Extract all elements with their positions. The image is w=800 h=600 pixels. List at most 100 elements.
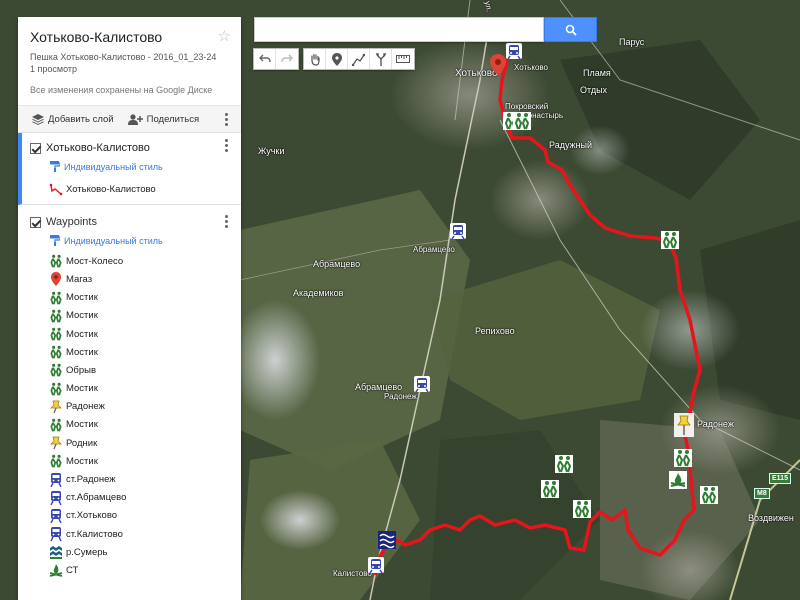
search-icon — [565, 24, 577, 36]
hikers-icon — [49, 454, 63, 468]
layer-menu-icon[interactable] — [225, 139, 229, 152]
search-input[interactable] — [255, 18, 543, 41]
item-label: Мостик — [66, 310, 98, 322]
map-label-pokrovsky: Покровский — [505, 102, 549, 111]
hikers-icon — [49, 382, 63, 396]
water-icon — [49, 545, 63, 560]
more-options-icon[interactable] — [225, 112, 229, 126]
save-status: Все изменения сохранены на Google Диске — [30, 85, 213, 95]
layer-waypoints: Waypoints Индивидуальный стиль Мост-Коле… — [18, 205, 241, 579]
add-layer-label: Добавить слой — [48, 113, 114, 125]
list-item[interactable]: Мостик — [18, 289, 241, 307]
list-item[interactable]: СТ — [18, 561, 241, 579]
list-item[interactable]: ст.Хотьково — [18, 507, 241, 525]
add-marker-button[interactable] — [326, 49, 348, 69]
train-icon — [49, 472, 63, 487]
item-label: Магаз — [66, 273, 93, 285]
hikers-icon — [49, 291, 63, 305]
panel-actions: Добавить слой Поделиться — [18, 106, 241, 133]
add-layer-button[interactable]: Добавить слой — [32, 113, 114, 125]
line-icon — [352, 53, 365, 66]
map-label-plamya: Пламя — [583, 68, 611, 78]
marker-icon — [331, 52, 342, 66]
map-label-abramtsevo: Абрамцево — [313, 259, 361, 269]
layer-name[interactable]: Waypoints — [46, 216, 97, 228]
route-icon — [375, 52, 386, 66]
search-button[interactable] — [544, 17, 597, 42]
item-label: Мостик — [66, 383, 98, 395]
red-pin-icon[interactable] — [490, 54, 506, 76]
list-item[interactable]: Хотьково-Калистово — [22, 180, 241, 198]
map-description[interactable]: Пешка Хотьково-Калистово - 2016_01_23-24 — [30, 52, 229, 62]
water-icon[interactable] — [378, 531, 396, 549]
hikers-icon — [49, 309, 63, 323]
list-item[interactable]: Мостик — [18, 380, 241, 398]
draw-line-button[interactable] — [348, 49, 370, 69]
list-item[interactable]: Мостик — [18, 452, 241, 470]
train-icon[interactable] — [367, 556, 385, 574]
redo-button[interactable] — [276, 49, 298, 69]
pushpin-icon[interactable] — [674, 413, 694, 437]
campfire-icon[interactable] — [669, 471, 687, 489]
list-item[interactable]: р.Сумерь — [18, 543, 241, 561]
map-title[interactable]: Хотьково-Калистово — [30, 29, 229, 45]
item-label: Хотьково-Калистово — [66, 183, 156, 195]
list-item[interactable]: Мостик — [18, 343, 241, 361]
map-label-vozdvizhen: Воздвижен — [748, 513, 794, 523]
hikers-icon[interactable] — [573, 500, 591, 518]
hikers-icon[interactable] — [661, 231, 679, 249]
map-label-repihovo: Репихово — [475, 326, 515, 336]
list-item[interactable]: Мостик — [18, 307, 241, 325]
measure-button[interactable] — [392, 49, 414, 69]
search-box[interactable] — [254, 17, 544, 42]
train-icon[interactable] — [449, 222, 467, 240]
map-label-hotkovo-station: Хотьково — [514, 63, 548, 72]
hikers-icon[interactable] — [541, 480, 559, 498]
hikers-icon — [49, 327, 63, 341]
item-label: Обрыв — [66, 364, 96, 376]
list-item[interactable]: ст.Радонеж — [18, 470, 241, 488]
hand-icon — [310, 53, 320, 66]
list-item[interactable]: Радонеж — [18, 398, 241, 416]
layer-style-link[interactable]: Индивидуальный стиль — [22, 159, 241, 174]
list-item[interactable]: Магаз — [18, 270, 241, 288]
list-item[interactable]: Мостик — [18, 416, 241, 434]
undo-button[interactable] — [254, 49, 276, 69]
hikers-icon[interactable] — [674, 449, 692, 467]
layer-checkbox[interactable] — [30, 142, 41, 154]
layer-menu-icon[interactable] — [225, 215, 229, 229]
list-item[interactable]: ст.Калистово — [18, 525, 241, 543]
hikers-icon[interactable] — [513, 112, 531, 130]
list-item[interactable]: Мостик — [18, 325, 241, 343]
train-icon[interactable] — [505, 42, 523, 60]
hikers-icon — [49, 418, 63, 432]
layer-checkbox[interactable] — [30, 216, 41, 228]
hikers-icon[interactable] — [555, 455, 573, 473]
star-icon[interactable]: ☆ — [218, 29, 231, 44]
list-item[interactable]: Мост-Колесо — [18, 252, 241, 270]
layer-header[interactable]: Хотьково-Калистово — [22, 137, 241, 159]
layer-style-link[interactable]: Индивидуальный стиль — [18, 233, 241, 248]
list-item[interactable]: ст.Абрамцево — [18, 489, 241, 507]
campfire-icon — [49, 563, 63, 578]
list-item[interactable]: Родник — [18, 434, 241, 452]
pan-tool-button[interactable] — [304, 49, 326, 69]
item-label: Радонеж — [66, 401, 105, 413]
share-button[interactable]: Поделиться — [127, 114, 199, 125]
list-item[interactable]: Обрыв — [18, 361, 241, 379]
hikers-icon[interactable] — [700, 486, 718, 504]
item-label: Мостик — [66, 346, 98, 358]
panel-header: Хотьково-Калистово ☆ Пешка Хотьково-Кали… — [18, 17, 241, 106]
map-label-street: ул. — [482, 0, 494, 13]
side-panel: Хотьково-Калистово ☆ Пешка Хотьково-Кали… — [18, 17, 241, 600]
layer-header[interactable]: Waypoints — [18, 211, 241, 233]
directions-button[interactable] — [370, 49, 392, 69]
hikers-icon — [49, 345, 63, 359]
pin-icon — [49, 272, 63, 287]
layers-icon — [32, 113, 44, 125]
layer-name[interactable]: Хотьково-Калистово — [46, 142, 150, 154]
item-label: ст.Абрамцево — [66, 492, 127, 504]
item-label: Мостик — [66, 419, 98, 431]
paint-roller-icon — [50, 235, 60, 247]
train-icon[interactable] — [413, 375, 431, 393]
